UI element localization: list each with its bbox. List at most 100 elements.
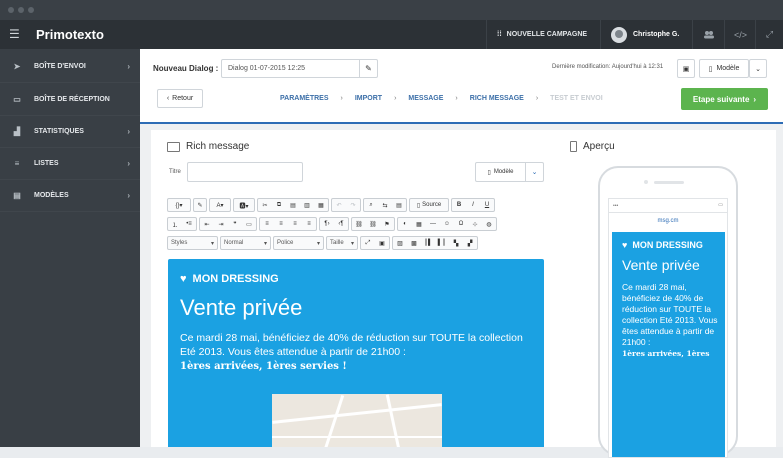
mail-headline: Vente privée xyxy=(180,295,303,320)
step-parametres[interactable]: PARAMÈTRES › xyxy=(280,95,355,102)
replace-icon[interactable]: ⇆ xyxy=(378,199,392,211)
hr-icon[interactable]: ― xyxy=(426,218,440,230)
save-button[interactable]: ▣ xyxy=(677,59,695,78)
step-test-envoi: TEST ET ENVOI xyxy=(550,95,603,102)
modele-button[interactable]: ▯ Modèle xyxy=(699,59,749,78)
blockquote-icon[interactable]: ❞ xyxy=(228,218,242,230)
editor-modele-dropdown[interactable]: ▯ Modèle ⌄ xyxy=(475,162,544,182)
hamburger-icon[interactable]: ☰ xyxy=(9,27,20,41)
maximize-icon[interactable]: ⤢ xyxy=(361,237,375,249)
anchor-icon[interactable]: ⚑ xyxy=(380,218,394,230)
select-all-icon[interactable]: ▤ xyxy=(392,199,406,211)
show-blocks-icon[interactable]: ▣ xyxy=(375,237,389,249)
edit-icon[interactable]: ✎ xyxy=(193,198,207,212)
editor-toolbar-row: {}▾ ✎ A▾ 🅰▾ ✂ ⧉ ▤ ▥ ▦ ↶ ↷ ⌕ ⇆ ▤ ▯ Source BIU xyxy=(167,198,495,212)
sidebar-item-statistiques[interactable]: ▟ STATISTIQUES › xyxy=(0,116,140,148)
styles-select-label: Styles xyxy=(171,240,188,246)
size-select[interactable]: Taille ▾ xyxy=(326,236,358,250)
paste-icon[interactable]: ▤ xyxy=(286,199,300,211)
align-right-icon[interactable]: ≡ xyxy=(288,218,302,230)
align-left-icon[interactable]: ≡ xyxy=(260,218,274,230)
image-icon[interactable]: ▨ xyxy=(393,237,407,249)
users-icon[interactable] xyxy=(692,20,724,49)
window-dot xyxy=(8,7,14,13)
search-icon[interactable]: ⌕ xyxy=(364,199,378,211)
battery-icon: ▭ xyxy=(718,202,723,208)
phone-url: msg.cm xyxy=(657,218,679,224)
page-break-icon[interactable]: ⊹ xyxy=(468,218,482,230)
ltr-icon[interactable]: ¶› xyxy=(320,218,334,230)
rich-message-canvas[interactable]: ♥ MON DRESSING Vente privée Ce mardi 28 … xyxy=(168,259,544,447)
find-group: ⌕ ⇆ ▤ xyxy=(363,198,407,212)
insert-group: ◐ ▦ ― ☺ Ω ⊹ ◍ xyxy=(397,217,497,231)
new-campaign-button[interactable]: ⁞⁞ NOUVELLE CAMPAGNE xyxy=(486,20,597,49)
list-icon: ≡ xyxy=(14,159,20,168)
mail-brand: ♥ MON DRESSING xyxy=(180,273,279,285)
sidebar-item-listes[interactable]: ≡ LISTES › xyxy=(0,148,140,180)
flash-icon[interactable]: ◐ xyxy=(398,218,412,230)
align-group: ≡ ≡ ≡ ≡ xyxy=(259,217,317,231)
chevron-down-icon[interactable]: ⌄ xyxy=(525,163,543,181)
copy-icon[interactable]: ⧉ xyxy=(272,199,286,211)
barcode2-icon[interactable]: ▌║ xyxy=(435,237,449,249)
code-icon[interactable]: </> xyxy=(724,20,756,49)
cut-icon[interactable]: ✂ xyxy=(258,199,272,211)
format-select[interactable]: Normal ▾ xyxy=(220,236,271,250)
document-icon: ▯ xyxy=(708,65,713,73)
barcode-icon[interactable]: ║▌ xyxy=(421,237,435,249)
step-label: TEST ET ENVOI xyxy=(550,95,603,102)
sidebar-item-boite-envoi[interactable]: ➤ BOÎTE D'ENVOI › xyxy=(0,51,140,83)
map-image xyxy=(272,394,442,447)
code-block-icon[interactable]: {}▾ xyxy=(167,198,191,212)
modele-dropdown-button[interactable]: ⌄ xyxy=(749,59,767,78)
view-group: ⤢ ▣ xyxy=(360,236,390,250)
step-import[interactable]: IMPORT › xyxy=(355,95,409,102)
align-center-icon[interactable]: ≡ xyxy=(274,218,288,230)
italic-icon[interactable]: I xyxy=(466,199,480,211)
redo-icon[interactable]: ↷ xyxy=(346,199,360,211)
brand-logo[interactable]: Primotexto xyxy=(36,27,104,42)
step-separator: › xyxy=(340,95,343,102)
mail-bold-line: 1ères arrivées, 1ères servies ! xyxy=(180,361,347,372)
outdent-icon[interactable]: ⇤ xyxy=(200,218,214,230)
qr2-icon[interactable]: ▞ xyxy=(463,237,477,249)
unlink-icon[interactable]: ⛓ xyxy=(366,218,380,230)
bg-color-icon[interactable]: 🅰▾ xyxy=(233,198,255,212)
next-step-button[interactable]: Etape suivante › xyxy=(681,88,768,110)
titre-input[interactable] xyxy=(187,162,303,182)
div-icon[interactable]: ▭ xyxy=(242,218,256,230)
step-rich-message[interactable]: RICH MESSAGE › xyxy=(470,95,550,102)
text-color-icon[interactable]: A▾ xyxy=(209,198,231,212)
campaign-header: Nouveau Dialog : Dialog 01-07-2015 12:25… xyxy=(140,49,783,124)
bullet-list-icon[interactable]: •≡ xyxy=(182,218,196,230)
gallery-icon[interactable]: ▩ xyxy=(407,237,421,249)
user-menu[interactable]: Christophe G. xyxy=(600,20,689,49)
indent-icon[interactable]: ⇥ xyxy=(214,218,228,230)
table-icon[interactable]: ▦ xyxy=(412,218,426,230)
paste-word-icon[interactable]: ▦ xyxy=(314,199,328,211)
link-icon[interactable]: ⛓ xyxy=(352,218,366,230)
bold-icon[interactable]: B xyxy=(452,199,466,211)
smiley-icon[interactable]: ☺ xyxy=(440,218,454,230)
iframe-icon[interactable]: ◍ xyxy=(482,218,496,230)
pencil-icon[interactable]: ✎ xyxy=(359,60,377,77)
numbered-list-icon[interactable]: ⒈ xyxy=(168,218,182,230)
styles-select[interactable]: Styles ▾ xyxy=(167,236,218,250)
dialog-name-input[interactable]: Dialog 01-07-2015 12:25 ✎ xyxy=(221,59,378,78)
underline-icon[interactable]: U xyxy=(480,199,494,211)
phone-mail-brand: ♥ MON DRESSING xyxy=(622,240,703,250)
paste-text-icon[interactable]: ▥ xyxy=(300,199,314,211)
source-button[interactable]: ▯ Source xyxy=(409,198,449,212)
undo-icon[interactable]: ↶ xyxy=(332,199,346,211)
rtl-icon[interactable]: ‹¶ xyxy=(334,218,348,230)
sidebar-item-boite-reception[interactable]: ▭ BOÎTE DE RÉCEPTION xyxy=(0,84,140,116)
phone-mail-brand-text: MON DRESSING xyxy=(632,240,703,250)
fullscreen-icon[interactable]: ⤢ xyxy=(755,20,783,49)
align-justify-icon[interactable]: ≡ xyxy=(302,218,316,230)
font-select[interactable]: Police ▾ xyxy=(273,236,324,250)
retour-button[interactable]: ‹ Retour xyxy=(157,89,203,108)
qr-icon[interactable]: ▚ xyxy=(449,237,463,249)
special-char-icon[interactable]: Ω xyxy=(454,218,468,230)
sidebar-item-modeles[interactable]: ▤ MODÈLES › xyxy=(0,180,140,212)
step-message[interactable]: MESSAGE › xyxy=(408,95,469,102)
